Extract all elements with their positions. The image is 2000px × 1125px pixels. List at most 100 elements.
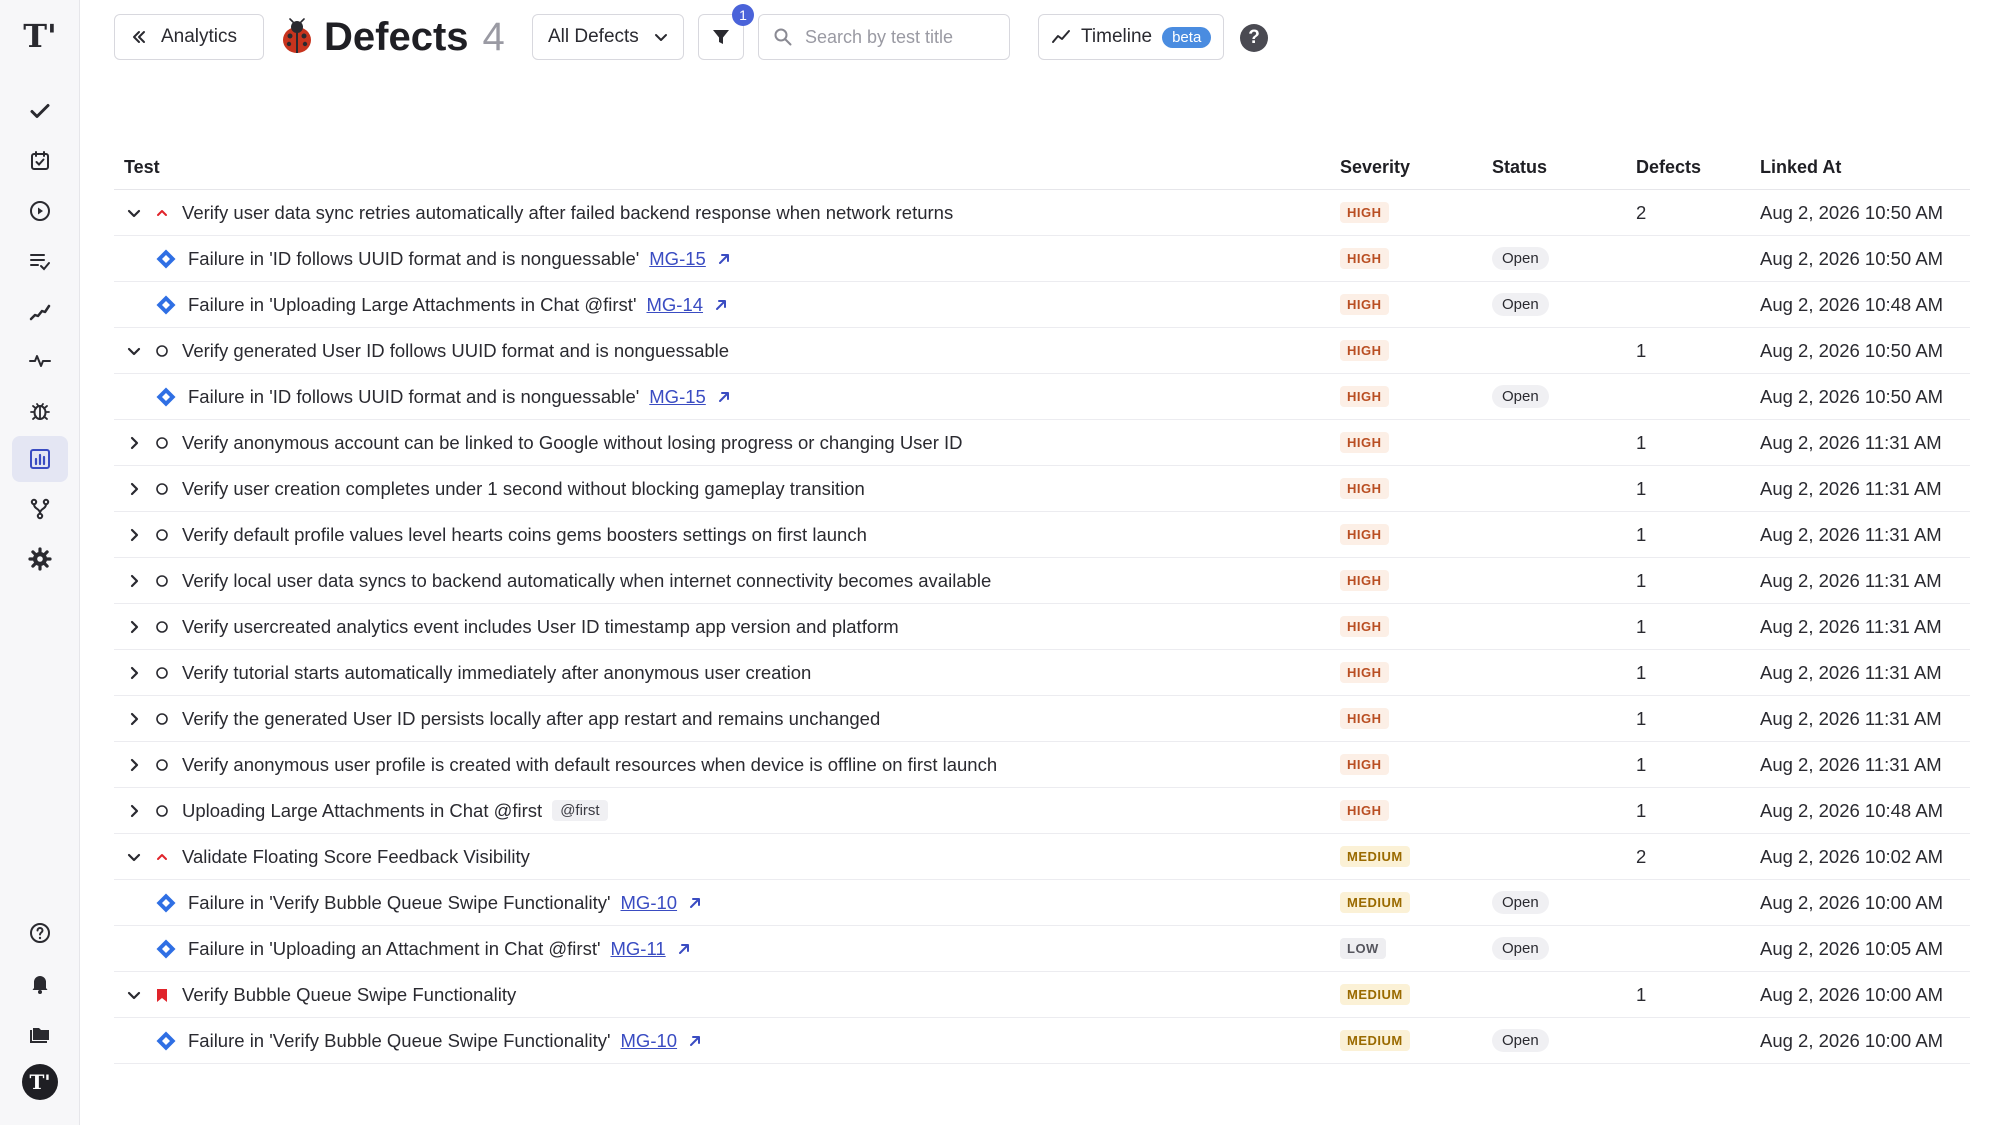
table-row-defect[interactable]: Failure in 'Uploading an Attachment in C… <box>114 926 1970 972</box>
nav-tests[interactable] <box>12 238 68 284</box>
nav-projects[interactable] <box>12 1010 68 1056</box>
test-title[interactable]: Verify Bubble Queue Swipe Functionality <box>182 984 516 1006</box>
defect-title-cell: Failure in 'Uploading Large Attachments … <box>188 282 729 327</box>
expand-toggle[interactable] <box>124 604 144 649</box>
nav-pulse[interactable] <box>12 338 68 384</box>
col-header-linked-at[interactable]: Linked At <box>1760 157 1841 178</box>
table-row-defect[interactable]: Failure in 'Uploading Large Attachments … <box>114 282 1970 328</box>
defects-filter-select[interactable]: All Defects <box>532 14 684 60</box>
table-row-test[interactable]: Verify anonymous account can be linked t… <box>114 420 1970 466</box>
col-header-status[interactable]: Status <box>1492 157 1547 178</box>
nav-settings[interactable] <box>12 536 68 582</box>
search-input[interactable] <box>805 26 995 48</box>
expand-toggle[interactable] <box>124 558 144 603</box>
defects-count-cell: 1 <box>1636 983 1647 1005</box>
table-row-test[interactable]: Verify default profile values level hear… <box>114 512 1970 558</box>
issue-link[interactable]: MG-10 <box>621 1030 678 1052</box>
col-header-severity[interactable]: Severity <box>1340 157 1410 178</box>
table-row-defect[interactable]: Failure in 'Verify Bubble Queue Swipe Fu… <box>114 880 1970 926</box>
table-row-test[interactable]: Uploading Large Attachments in Chat @fir… <box>114 788 1970 834</box>
nav-runs-check[interactable] <box>12 88 68 134</box>
nav-runs[interactable] <box>12 188 68 234</box>
test-title[interactable]: Verify local user data syncs to backend … <box>182 570 991 592</box>
test-title[interactable]: Uploading Large Attachments in Chat @fir… <box>182 800 542 822</box>
test-title[interactable]: Verify user data sync retries automatica… <box>182 202 953 224</box>
table-row-defect[interactable]: Failure in 'Verify Bubble Queue Swipe Fu… <box>114 1018 1970 1064</box>
issue-link[interactable]: MG-15 <box>649 248 706 270</box>
defect-title-cell: Failure in 'ID follows UUID format and i… <box>188 374 732 419</box>
external-link-icon[interactable] <box>687 1033 703 1049</box>
issue-link[interactable]: MG-15 <box>649 386 706 408</box>
expand-toggle[interactable] <box>124 742 144 787</box>
severity-cell: HIGH <box>1340 374 1389 419</box>
test-title[interactable]: Verify tutorial starts automatically imm… <box>182 662 811 684</box>
table-row-defect[interactable]: Failure in 'ID follows UUID format and i… <box>114 236 1970 282</box>
test-title[interactable]: Validate Floating Score Feedback Visibil… <box>182 846 530 868</box>
expand-toggle[interactable] <box>124 512 144 557</box>
col-header-test[interactable]: Test <box>124 157 160 178</box>
linked-at-cell: Aug 2, 2026 11:31 AM <box>1760 523 1942 545</box>
severity-badge: HIGH <box>1340 386 1389 407</box>
table-row-test[interactable]: Verify tutorial starts automatically imm… <box>114 650 1970 696</box>
avatar[interactable]: T' <box>22 1064 58 1100</box>
help-button[interactable]: ? <box>1240 24 1268 52</box>
severity-cell: HIGH <box>1340 466 1389 511</box>
nav-plans[interactable] <box>12 138 68 184</box>
external-link-icon[interactable] <box>713 297 729 313</box>
jira-icon <box>156 1031 176 1050</box>
external-link-icon[interactable] <box>716 389 732 405</box>
issue-link[interactable]: MG-14 <box>646 294 703 316</box>
back-to-analytics-button[interactable]: Analytics <box>114 14 264 60</box>
search-box[interactable] <box>758 14 1010 60</box>
table-row-test[interactable]: Verify the generated User ID persists lo… <box>114 696 1970 742</box>
expand-toggle[interactable] <box>124 466 144 511</box>
nav-help[interactable] <box>12 910 68 956</box>
table-row-test[interactable]: Verify Bubble Queue Swipe Functionality M… <box>114 972 1970 1018</box>
expand-toggle[interactable] <box>124 420 144 465</box>
timeline-button[interactable]: Timeline beta <box>1038 14 1224 60</box>
collapse-toggle[interactable] <box>124 328 144 373</box>
expand-toggle[interactable] <box>124 650 144 695</box>
status-badge: Open <box>1492 385 1549 408</box>
nav-branches[interactable] <box>12 486 68 532</box>
app-logo[interactable]: T' <box>22 18 58 54</box>
severity-badge: MEDIUM <box>1340 1030 1410 1051</box>
nav-steps[interactable] <box>12 288 68 334</box>
chevron-right-icon <box>130 574 139 587</box>
test-title[interactable]: Verify usercreated analytics event inclu… <box>182 616 899 638</box>
stairs-icon <box>29 304 51 321</box>
jira-icon <box>156 893 176 912</box>
test-title[interactable]: Verify generated User ID follows UUID fo… <box>182 340 729 362</box>
external-link-icon[interactable] <box>716 251 732 267</box>
col-header-defects[interactable]: Defects <box>1636 157 1701 178</box>
test-title[interactable]: Verify anonymous account can be linked t… <box>182 432 963 454</box>
collapse-toggle[interactable] <box>124 834 144 879</box>
table-row-test[interactable]: Verify anonymous user profile is created… <box>114 742 1970 788</box>
table-row-defect[interactable]: Failure in 'ID follows UUID format and i… <box>114 374 1970 420</box>
table-row-test[interactable]: Verify local user data syncs to backend … <box>114 558 1970 604</box>
table-row-test[interactable]: Verify usercreated analytics event inclu… <box>114 604 1970 650</box>
table-row-test[interactable]: Verify user creation completes under 1 s… <box>114 466 1970 512</box>
status-badge: Open <box>1492 293 1549 316</box>
test-title[interactable]: Verify anonymous user profile is created… <box>182 754 997 776</box>
expand-toggle[interactable] <box>124 788 144 833</box>
nav-analytics[interactable] <box>12 436 68 482</box>
test-title[interactable]: Verify default profile values level hear… <box>182 524 867 546</box>
bug-icon <box>30 403 50 420</box>
nav-defects[interactable] <box>12 388 68 434</box>
collapse-toggle[interactable] <box>124 190 144 235</box>
nav-notifications[interactable] <box>12 960 68 1006</box>
severity-badge: HIGH <box>1340 248 1389 269</box>
external-link-icon[interactable] <box>687 895 703 911</box>
issue-link[interactable]: MG-10 <box>621 892 678 914</box>
table-row-test[interactable]: Verify user data sync retries automatica… <box>114 190 1970 236</box>
defects-count-cell: 1 <box>1636 569 1647 591</box>
test-title[interactable]: Verify the generated User ID persists lo… <box>182 708 880 730</box>
collapse-toggle[interactable] <box>124 972 144 1017</box>
test-title[interactable]: Verify user creation completes under 1 s… <box>182 478 865 500</box>
table-row-test[interactable]: Verify generated User ID follows UUID fo… <box>114 328 1970 374</box>
table-row-test[interactable]: Validate Floating Score Feedback Visibil… <box>114 834 1970 880</box>
external-link-icon[interactable] <box>676 941 692 957</box>
expand-toggle[interactable] <box>124 696 144 741</box>
issue-link[interactable]: MG-11 <box>611 938 666 960</box>
